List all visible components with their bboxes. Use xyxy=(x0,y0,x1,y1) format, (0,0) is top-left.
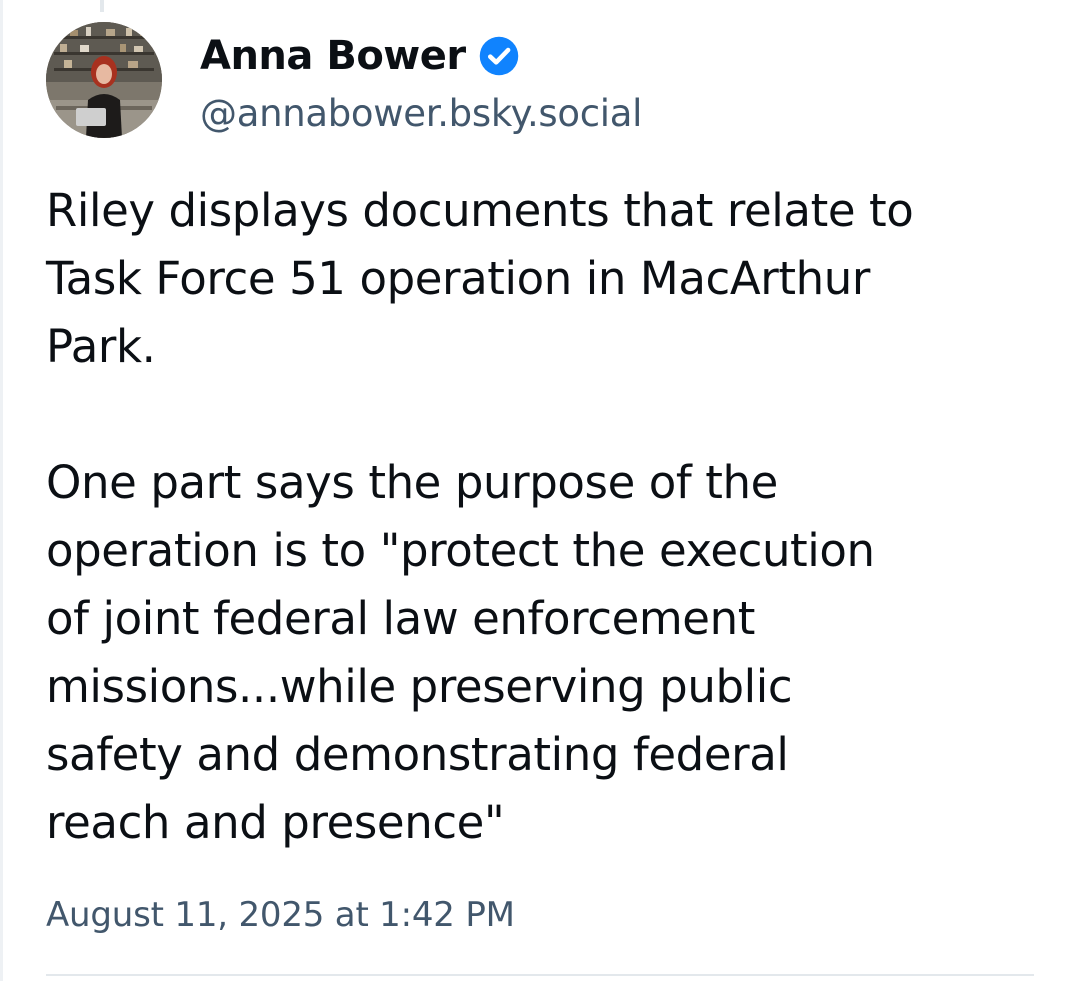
post-text-line: operation is to "protect the execution xyxy=(46,524,875,577)
author-name-row: Anna Bower xyxy=(200,28,520,84)
thread-side-rule xyxy=(0,0,3,981)
post-body: Riley displays documents that relate to … xyxy=(46,177,1046,857)
thread-connector-line xyxy=(100,0,104,12)
post-text-line: Riley displays documents that relate to xyxy=(46,184,914,237)
post-text-line: Park. xyxy=(46,320,156,373)
author-display-name[interactable]: Anna Bower xyxy=(200,36,466,76)
post-text-line: Task Force 51 operation in MacArthur xyxy=(46,252,870,305)
avatar[interactable] xyxy=(46,22,162,138)
avatar-photo xyxy=(46,22,162,138)
post-timestamp[interactable]: August 11, 2025 at 1:42 PM xyxy=(46,895,515,936)
post-text-line: reach and presence" xyxy=(46,796,505,849)
post-divider xyxy=(46,974,1034,976)
post-paragraph: One part says the purpose of the operati… xyxy=(46,449,1046,857)
author-handle[interactable]: @annabower.bsky.social xyxy=(200,92,642,136)
post-text-line: One part says the purpose of the xyxy=(46,456,778,509)
post-text-line: missions...while preserving public xyxy=(46,660,793,713)
post-paragraph: Riley displays documents that relate to … xyxy=(46,177,1046,381)
post-text-line: safety and demonstrating federal xyxy=(46,728,789,781)
verified-check-icon[interactable] xyxy=(478,35,520,77)
post-text-line: of joint federal law enforcement xyxy=(46,592,755,645)
